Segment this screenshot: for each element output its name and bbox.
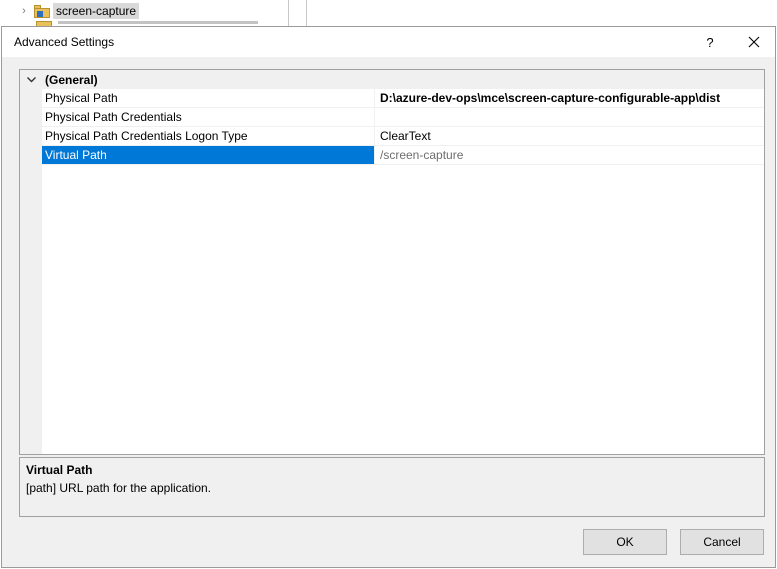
property-name: Virtual Path bbox=[42, 146, 375, 164]
description-title: Virtual Path bbox=[26, 463, 93, 477]
description-pane: Virtual Path [path] URL path for the app… bbox=[19, 457, 765, 517]
property-value[interactable]: /screen-capture bbox=[376, 146, 764, 164]
category-row-general[interactable]: (General) bbox=[20, 70, 764, 89]
close-button[interactable] bbox=[734, 27, 774, 57]
property-value[interactable]: D:\azure-dev-ops\mce\screen-capture-conf… bbox=[376, 89, 764, 107]
property-row-physical-path[interactable]: Physical Path D:\azure-dev-ops\mce\scree… bbox=[42, 89, 764, 108]
ok-button[interactable]: OK bbox=[583, 529, 667, 555]
tree-item-partial-label bbox=[58, 21, 258, 24]
property-row-logon-type[interactable]: Physical Path Credentials Logon Type Cle… bbox=[42, 127, 764, 146]
property-name: Physical Path Credentials Logon Type bbox=[42, 127, 375, 145]
property-row-physical-path-credentials[interactable]: Physical Path Credentials bbox=[42, 108, 764, 127]
dialog-titlebar[interactable]: Advanced Settings ? bbox=[2, 27, 775, 57]
property-name: Physical Path Credentials bbox=[42, 108, 375, 126]
dialog-title: Advanced Settings bbox=[14, 35, 115, 49]
property-value[interactable]: ClearText bbox=[376, 127, 764, 145]
property-grid[interactable]: (General) Physical Path D:\azure-dev-ops… bbox=[19, 69, 765, 455]
close-icon bbox=[748, 36, 760, 48]
description-text: [path] URL path for the application. bbox=[26, 481, 212, 495]
help-button[interactable]: ? bbox=[690, 27, 730, 57]
tree-item-label: screen-capture bbox=[53, 3, 140, 19]
cancel-button[interactable]: Cancel bbox=[680, 529, 764, 555]
pane-divider bbox=[306, 0, 307, 26]
advanced-settings-dialog: Advanced Settings ? (General) Physical P… bbox=[1, 26, 776, 568]
chevron-right-icon[interactable]: › bbox=[18, 3, 30, 19]
pane-divider bbox=[288, 0, 289, 26]
property-value[interactable] bbox=[376, 108, 764, 126]
application-folder-icon bbox=[34, 4, 50, 18]
category-label: (General) bbox=[45, 72, 98, 87]
property-name: Physical Path bbox=[42, 89, 375, 107]
property-row-virtual-path[interactable]: Virtual Path /screen-capture bbox=[42, 146, 764, 165]
tree-item-screen-capture[interactable]: › screen-capture bbox=[18, 2, 140, 20]
collapse-chevron-icon[interactable] bbox=[20, 70, 42, 89]
grid-margin bbox=[20, 70, 42, 454]
